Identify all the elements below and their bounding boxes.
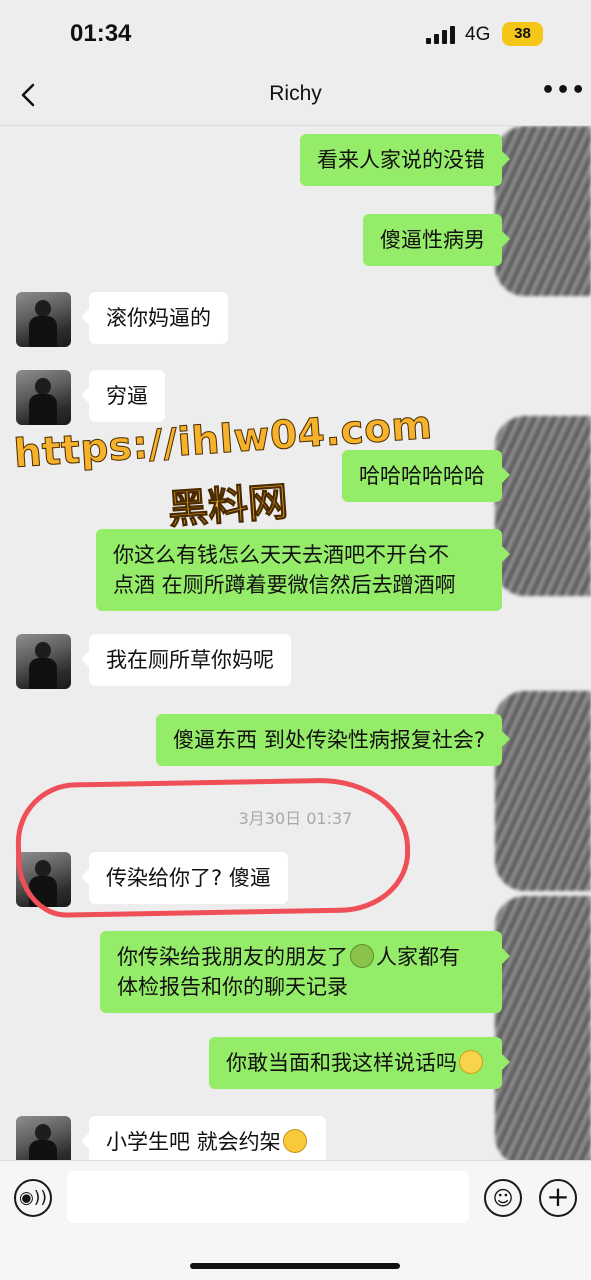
message-bubble-received[interactable]: 穷逼 (81, 370, 165, 422)
cellular-signal-icon (426, 26, 455, 44)
message-text: 你敢当面和我这样说话吗 (226, 1051, 457, 1075)
contact-avatar[interactable] (16, 1116, 71, 1160)
chat-title: Richy (269, 82, 322, 105)
message-line: 体检报告和你的聊天记录 (117, 975, 348, 999)
message-line: 你这么有钱怎么天天去酒吧不开台不 (113, 543, 449, 567)
message-input-bar: ◉)) ☺ + (0, 1160, 591, 1280)
message-bubble-received[interactable]: 我在厕所草你妈呢 (81, 634, 291, 686)
battery-icon: 38 (502, 22, 543, 46)
message-bubble-sent[interactable]: 傻逼性病男 (363, 214, 510, 266)
message-line: 点酒 在厕所蹲着要微信然后去蹭酒啊 (113, 573, 456, 597)
contact-avatar[interactable] (16, 634, 71, 689)
message-text: 小学生吧 就会约架 (106, 1130, 281, 1154)
chat-header: Richy ••• (0, 66, 591, 126)
nauseated-face-icon (350, 944, 374, 968)
message-bubble-sent[interactable]: 你传染给我朋友的朋友了 人家都有 体检报告和你的聊天记录 (100, 931, 510, 1013)
message-bubble-received[interactable]: 小学生吧 就会约架 (81, 1116, 326, 1160)
redaction-scribble (495, 416, 591, 596)
message-bubble-sent[interactable]: 你这么有钱怎么天天去酒吧不开台不 点酒 在厕所蹲着要微信然后去蹭酒啊 (96, 529, 510, 611)
message-bubble-received[interactable]: 滚你妈逼的 (81, 292, 228, 344)
message-text: 你传染给我朋友的朋友了 (117, 945, 348, 969)
message-bubble-sent[interactable]: 傻逼东西 到处传染性病报复社会? (156, 714, 510, 766)
message-bubble-sent[interactable]: 你敢当面和我这样说话吗 (209, 1037, 510, 1089)
more-options-icon[interactable]: ••• (541, 80, 585, 110)
contact-avatar[interactable] (16, 292, 71, 347)
network-type: 4G (465, 24, 491, 45)
status-time: 01:34 (70, 20, 132, 47)
fearful-face-icon (459, 1050, 483, 1074)
message-input[interactable] (67, 1171, 469, 1223)
message-text: 人家都有 (376, 945, 460, 969)
red-annotation-circle (14, 776, 412, 919)
add-attachment-icon[interactable]: + (539, 1179, 577, 1217)
status-bar: 01:34 4G 38 (0, 0, 591, 66)
thinking-face-icon (282, 1129, 307, 1153)
message-bubble-sent[interactable]: 看来人家说的没错 (300, 134, 510, 186)
home-indicator[interactable] (190, 1263, 400, 1269)
redaction-scribble (495, 896, 591, 1160)
message-list[interactable]: 看来人家说的没错 傻逼性病男 滚你妈逼的 穷逼 哈哈哈哈哈哈 你这么有钱怎么天天… (0, 126, 591, 1160)
contact-avatar[interactable] (16, 370, 71, 425)
emoji-picker-icon[interactable]: ☺ (484, 1179, 522, 1217)
redaction-scribble (495, 691, 591, 891)
message-line: 你传染给我朋友的朋友了 人家都有 (117, 942, 485, 972)
watermark-name: 黑料网 (166, 479, 290, 534)
voice-input-icon[interactable]: ◉)) (14, 1179, 52, 1217)
